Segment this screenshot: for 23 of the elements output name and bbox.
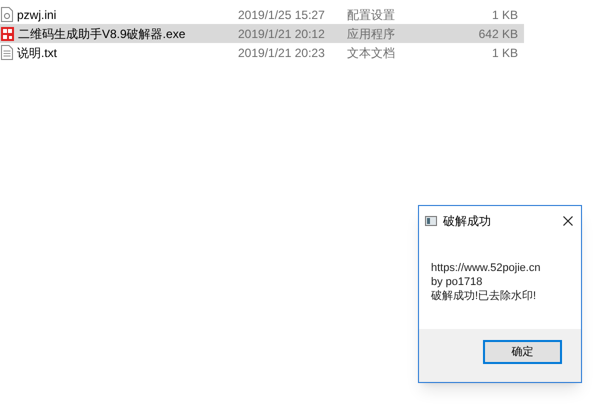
file-date: 2019/1/21 20:23 [238, 44, 326, 62]
close-icon[interactable] [563, 216, 573, 226]
file-type: 配置设置 [347, 6, 396, 24]
message-text: https://www.52pojie.cn [431, 261, 542, 275]
ok-button[interactable]: 确定 [483, 340, 562, 364]
file-size: 642 KB [478, 26, 519, 42]
app-icon [1, 26, 14, 40]
file-size: 1 KB [490, 6, 519, 24]
file-type: 应用程序 [347, 26, 396, 42]
file-row[interactable]: 说明.txt 2019/1/21 20:23 文本文档 1 KB [0, 43, 524, 62]
dialog-title: 破解成功 [443, 212, 492, 230]
file-date: 2019/1/25 15:27 [238, 6, 326, 24]
file-name: 说明.txt [17, 44, 58, 62]
file-size: 1 KB [490, 44, 519, 62]
file-name: 二维码生成助手V8.9破解器.exe [18, 26, 186, 42]
file-name: pzwj.ini [17, 6, 56, 24]
message-text: by po1718 [431, 275, 484, 289]
message-text: 破解成功!已去除水印! [431, 289, 538, 303]
window-icon [425, 216, 437, 226]
file-date: 2019/1/21 20:12 [238, 26, 326, 42]
file-type: 文本文档 [347, 44, 396, 62]
file-row[interactable]: 二维码生成助手V8.9破解器.exe 2019/1/21 20:12 应用程序 642 KB [0, 24, 524, 43]
file-row[interactable]: pzwj.ini 2019/1/25 15:27 配置设置 1 KB [0, 5, 524, 24]
